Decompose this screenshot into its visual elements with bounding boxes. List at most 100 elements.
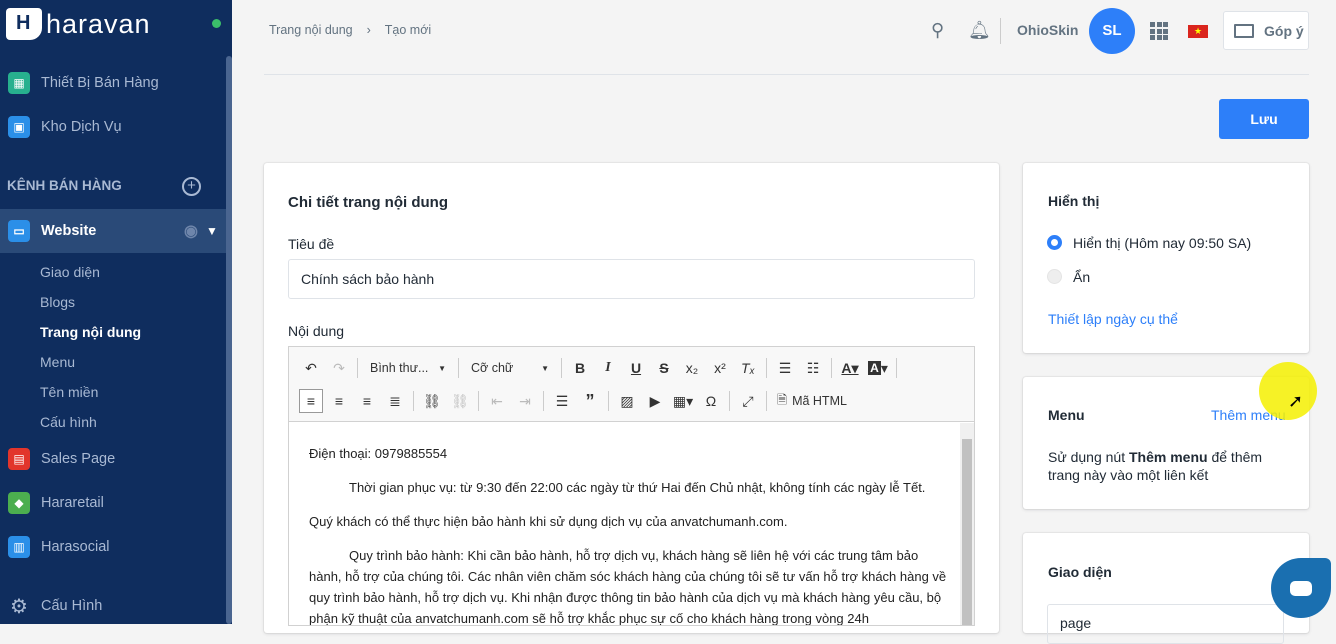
label: Hararetail xyxy=(41,495,104,511)
sidebar-sub-domains[interactable]: Tên miền xyxy=(40,384,98,400)
store-icon: ▦ xyxy=(8,72,30,94)
add-channel-icon[interactable]: + xyxy=(182,177,201,196)
editor-scrollbar[interactable] xyxy=(960,423,974,625)
search-icon[interactable]: ⚲ xyxy=(931,20,944,41)
mouse-cursor-icon: ➚ xyxy=(1288,391,1304,411)
mail-icon xyxy=(1234,23,1254,38)
save-button[interactable]: Lưu xyxy=(1219,99,1309,139)
schedule-link[interactable]: Thiết lập ngày cụ thể xyxy=(1048,311,1178,327)
text-color-icon[interactable]: A▾ xyxy=(838,356,862,380)
sidebar-item-hararetail[interactable]: ◆ Hararetail xyxy=(0,481,226,525)
bold-icon[interactable]: B xyxy=(568,356,592,380)
shop-name[interactable]: OhioSkin xyxy=(1017,22,1078,38)
feedback-button[interactable]: Góp ý xyxy=(1223,11,1309,50)
editor-content[interactable]: Điện thoại: 0979885554 Thời gian phục vụ… xyxy=(309,443,949,626)
unlink-icon[interactable]: ⛓ xyxy=(448,389,472,413)
superscript-icon[interactable]: x² xyxy=(708,356,732,380)
file-code-icon: 🗎︎ xyxy=(777,392,788,407)
label: Harasocial xyxy=(41,539,110,555)
bell-icon[interactable]: 🔔︎ xyxy=(968,20,991,41)
sidebar-item-services[interactable]: ▣ Kho Dịch Vụ xyxy=(0,105,226,149)
undo-icon[interactable]: ↶ xyxy=(299,356,323,380)
status-dot xyxy=(212,19,221,28)
feedback-label: Góp ý xyxy=(1264,22,1304,39)
template-select[interactable]: page xyxy=(1047,604,1284,644)
chat-icon xyxy=(1290,580,1312,596)
breadcrumb-pages[interactable]: Trang nội dung xyxy=(269,23,353,37)
radio-hidden[interactable] xyxy=(1047,269,1062,284)
avatar[interactable]: SL xyxy=(1089,8,1135,54)
video-icon[interactable]: ▶ xyxy=(643,389,667,413)
card-title: Menu xyxy=(1048,407,1085,423)
menu-description: Sử dụng nút Thêm menu để thêm trang này … xyxy=(1048,449,1263,483)
breadcrumb-current: Tạo mới xyxy=(384,23,432,37)
image-icon[interactable]: ▨ xyxy=(615,389,639,413)
sidebar-item-pos[interactable]: ▦ Thiết Bị Bán Hàng xyxy=(0,61,226,105)
special-char-icon[interactable]: Ω xyxy=(699,389,723,413)
sidebar-item-harasocial[interactable]: ▥ Harasocial xyxy=(0,525,226,569)
page-details-card: Chi tiết trang nội dung Tiêu đề Nội dung… xyxy=(264,163,999,633)
template-value: page xyxy=(1060,615,1092,631)
numbered-list-icon[interactable]: ☰ xyxy=(773,356,797,380)
align-center-icon[interactable]: ≡ xyxy=(327,389,351,413)
sidebar-item-settings[interactable]: ⚙ Cấu Hình xyxy=(0,584,226,628)
divider xyxy=(1000,18,1001,44)
radio-hidden-label: Ẩn xyxy=(1073,269,1091,285)
redo-icon[interactable]: ↷ xyxy=(327,356,351,380)
breadcrumb-separator: › xyxy=(366,23,371,37)
blockquote-icon[interactable]: ” xyxy=(578,389,602,413)
eye-icon[interactable]: ◉ xyxy=(184,221,198,241)
social-icon: ▥ xyxy=(8,536,30,558)
label: Thiết Bị Bán Hàng xyxy=(41,75,159,91)
format-select[interactable]: Bình thư... ▼ xyxy=(364,356,452,380)
subscript-icon[interactable]: x₂ xyxy=(680,356,704,380)
background-color-icon[interactable]: A ▾ xyxy=(866,356,890,380)
sidebar-sub-blogs[interactable]: Blogs xyxy=(40,294,75,310)
top-header: Trang nội dung › Tạo mới xyxy=(232,0,1336,60)
fullscreen-icon[interactable]: ⤢ xyxy=(736,389,760,413)
sidebar-sub-config[interactable]: Cấu hình xyxy=(40,414,97,430)
radio-visible[interactable] xyxy=(1047,235,1062,250)
strikethrough-icon[interactable]: S xyxy=(652,356,676,380)
rich-text-editor[interactable]: ↶ ↷ Bình thư... ▼ Cỡ chữ ▼ B I U Sx₂ x² Tₓ ☰ ☷ A▾… xyxy=(288,346,975,626)
radio-visible-label: Hiển thị (Hôm nay 09:50 SA) xyxy=(1073,235,1252,251)
gear-icon: ⚙ xyxy=(10,595,28,618)
section-heading: KÊNH BÁN HÀNG xyxy=(7,178,122,193)
sidebar-sub-pages[interactable]: Trang nội dung xyxy=(40,324,141,340)
clear-format-icon[interactable]: Tₓ xyxy=(736,356,760,380)
indent-icon[interactable]: ⇥ xyxy=(513,389,537,413)
justify-icon[interactable]: ≣ xyxy=(383,389,407,413)
link-icon[interactable]: ⛓ xyxy=(420,389,444,413)
label: Website xyxy=(41,223,97,239)
underline-icon[interactable]: U xyxy=(624,356,648,380)
bullet-list-icon[interactable]: ☷ xyxy=(801,356,825,380)
haravan-logo[interactable]: haravan xyxy=(6,8,151,40)
italic-icon[interactable]: I xyxy=(596,356,620,380)
sidebar-sub-themes[interactable]: Giao diện xyxy=(40,264,100,280)
website-icon: ▭ xyxy=(8,220,30,242)
html-source-button[interactable]: 🗎︎ Mã HTML xyxy=(773,389,851,413)
header-divider xyxy=(264,74,1309,75)
chat-button[interactable] xyxy=(1271,558,1331,618)
font-size-select[interactable]: Cỡ chữ ▼ xyxy=(465,356,555,380)
card-title: Giao diện xyxy=(1048,564,1112,580)
paragraph: Điện thoại: 0979885554 xyxy=(309,446,448,461)
sidebar-scrollbar[interactable] xyxy=(226,56,232,624)
tag-icon: ◆ xyxy=(8,492,30,514)
horizontal-rule-icon[interactable]: ☰ xyxy=(550,389,574,413)
align-right-icon[interactable]: ≡ xyxy=(355,389,379,413)
sidebar-sub-menu[interactable]: Menu xyxy=(40,354,75,370)
html-label: Mã HTML xyxy=(792,394,847,408)
sidebar-item-website[interactable]: ▭ Website ◉ ▼ xyxy=(0,209,226,253)
apps-grid-icon[interactable] xyxy=(1150,22,1168,40)
chevron-down-icon[interactable]: ▼ xyxy=(206,224,218,238)
label: Kho Dịch Vụ xyxy=(41,119,122,135)
align-left-icon[interactable]: ≡ xyxy=(299,389,323,413)
vietnam-flag-icon[interactable]: ★ xyxy=(1188,25,1208,38)
title-input[interactable] xyxy=(288,259,975,299)
outdent-icon[interactable]: ⇤ xyxy=(485,389,509,413)
visibility-card: Hiển thị Hiển thị (Hôm nay 09:50 SA) Ẩn … xyxy=(1023,163,1309,353)
table-icon[interactable]: ▦▾ xyxy=(671,389,695,413)
paragraph: Quy trình bảo hành: Khi cần bảo hành, hỗ… xyxy=(309,548,947,626)
sidebar-item-sales-page[interactable]: ▤ Sales Page xyxy=(0,437,226,481)
